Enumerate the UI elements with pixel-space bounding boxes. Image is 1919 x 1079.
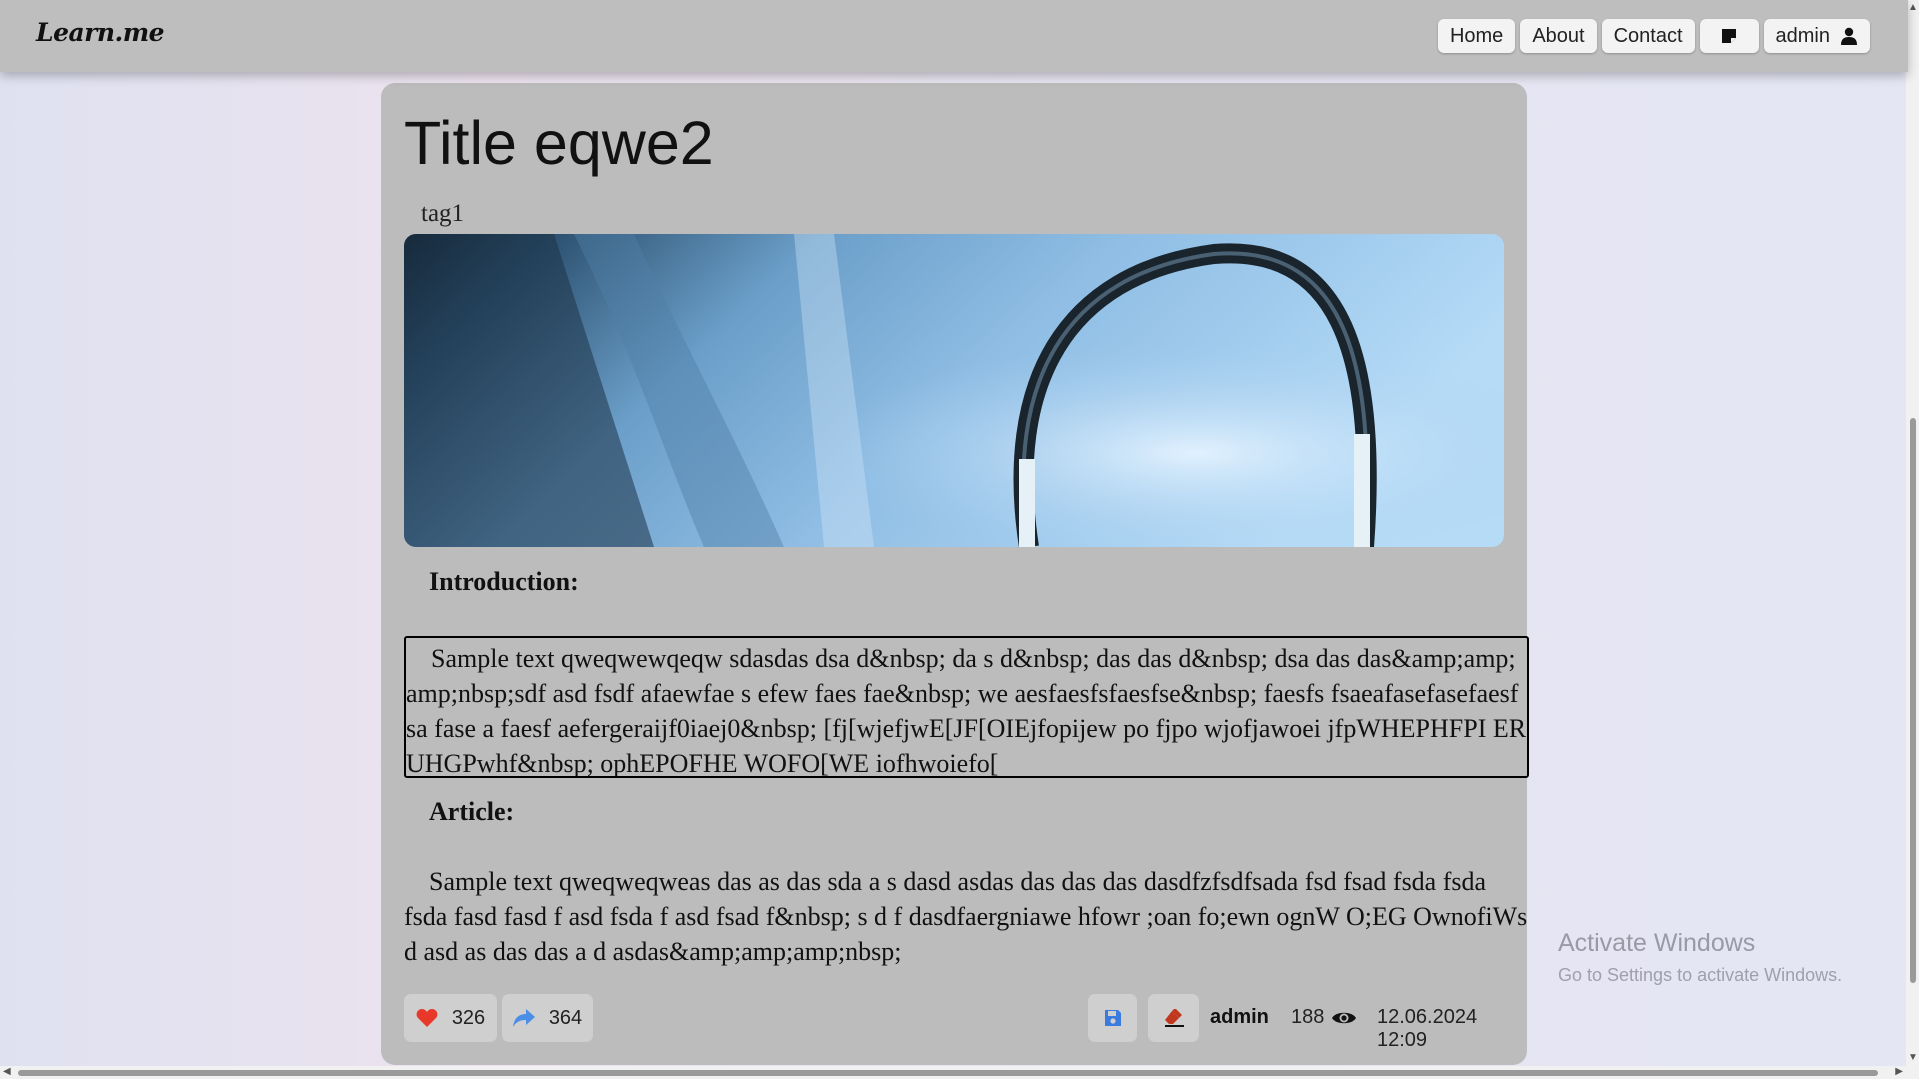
vertical-scroll-thumb[interactable] <box>1910 418 1916 983</box>
horizontal-scroll-thumb[interactable] <box>18 1070 1878 1076</box>
scroll-down-arrow-icon[interactable]: ▼ <box>1908 1053 1918 1063</box>
share-count: 364 <box>548 1006 583 1029</box>
post-date: 12.06.2024 12:09 <box>1377 1006 1478 1051</box>
navbar: Learn.me Home About Contact admin <box>0 0 1908 72</box>
user-icon <box>1840 27 1858 45</box>
eye-icon <box>1332 1012 1357 1023</box>
heart-icon <box>416 1009 438 1027</box>
vertical-scrollbar[interactable]: ▲ ▼ <box>1906 0 1919 1079</box>
scroll-left-arrow-icon[interactable]: ◀ <box>3 1067 11 1077</box>
erase-button[interactable] <box>1148 994 1199 1042</box>
scroll-right-arrow-icon[interactable]: ▶ <box>1895 1067 1903 1077</box>
introduction-editor[interactable]: Sample text qweqwewqeqw sdasdas dsa d&nb… <box>404 636 1529 778</box>
home-button[interactable]: Home <box>1437 19 1516 53</box>
post-image <box>404 234 1504 547</box>
horizontal-scrollbar[interactable]: ◀ ▶ <box>0 1066 1906 1079</box>
post-tag[interactable]: tag1 <box>421 200 464 228</box>
user-name: admin <box>1775 24 1830 47</box>
article-text: Sample text qweqweqweas das as das sda a… <box>404 867 1528 966</box>
contact-button[interactable]: Contact <box>1601 19 1695 53</box>
post-card: Title eqwe2 tag1 Introduction: Sample te… <box>381 83 1529 1065</box>
eraser-icon <box>1164 1009 1184 1027</box>
note-button[interactable] <box>1699 19 1759 53</box>
share-button[interactable]: 364 <box>502 994 593 1042</box>
view-count: 188 <box>1291 1006 1357 1029</box>
activation-watermark-title: Activate Windows <box>1558 929 1756 957</box>
view-count-value: 188 <box>1291 1006 1325 1028</box>
author-name: admin <box>1210 1006 1269 1028</box>
post-footer: 326 364 admin 188 12.06.2024 12:09 <box>404 994 1529 1051</box>
like-button[interactable]: 326 <box>404 994 497 1042</box>
site-logo[interactable]: Learn.me <box>36 18 165 47</box>
like-count: 326 <box>451 1006 486 1029</box>
user-menu-button[interactable]: admin <box>1763 19 1870 53</box>
post-title: Title eqwe2 <box>404 109 714 177</box>
save-button[interactable] <box>1088 994 1137 1042</box>
activation-watermark-subtitle: Go to Settings to activate Windows. <box>1558 965 1843 985</box>
about-button[interactable]: About <box>1520 19 1597 53</box>
save-icon <box>1104 1010 1121 1026</box>
scroll-up-arrow-icon[interactable]: ▲ <box>1908 3 1918 13</box>
note-icon <box>1722 29 1737 43</box>
nav-buttons: Home About Contact admin <box>1437 19 1870 53</box>
introduction-heading: Introduction: <box>429 567 579 596</box>
article-heading: Article: <box>429 797 515 826</box>
share-icon <box>512 1009 535 1027</box>
